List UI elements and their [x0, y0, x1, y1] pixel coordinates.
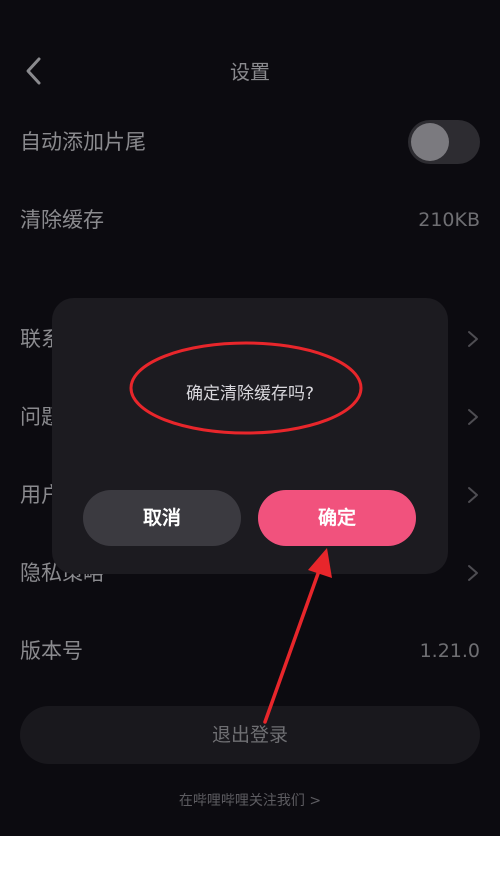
- toggle-knob: [411, 123, 449, 161]
- page-title: 设置: [230, 60, 270, 84]
- version-value: 1.21.0: [419, 640, 480, 662]
- annotation-ellipse: [129, 341, 363, 435]
- logout-button[interactable]: 退出登录: [20, 706, 480, 764]
- setting-row-clear-cache[interactable]: 清除缓存 210KB: [20, 200, 480, 240]
- setting-row-auto-tail: 自动添加片尾: [20, 120, 480, 164]
- follow-bilibili-link[interactable]: 在哔哩哔哩关注我们 >: [0, 788, 500, 814]
- clear-cache-dialog: 确定清除缓存吗? 取消 确定: [52, 298, 448, 574]
- setting-row-version: 版本号 1.21.0: [20, 631, 480, 671]
- chevron-right-icon: [468, 565, 478, 581]
- chevron-right-icon: [468, 487, 478, 503]
- chevron-right-icon: [468, 409, 478, 425]
- setting-label-version: 版本号: [20, 639, 83, 663]
- auto-tail-toggle[interactable]: [408, 120, 480, 164]
- setting-label-clear-cache: 清除缓存: [20, 208, 104, 232]
- confirm-button[interactable]: 确定: [258, 490, 416, 546]
- chevron-right-icon: [468, 331, 478, 347]
- settings-screen: 设置 自动添加片尾 清除缓存 210KB 联系 问题 用户 隐私策略 版本号 1…: [0, 0, 500, 836]
- cancel-button[interactable]: 取消: [83, 490, 241, 546]
- logout-label: 退出登录: [211, 724, 288, 746]
- cache-size-value: 210KB: [418, 209, 480, 231]
- setting-label-auto-tail: 自动添加片尾: [20, 130, 146, 154]
- bottom-margin: [0, 836, 500, 889]
